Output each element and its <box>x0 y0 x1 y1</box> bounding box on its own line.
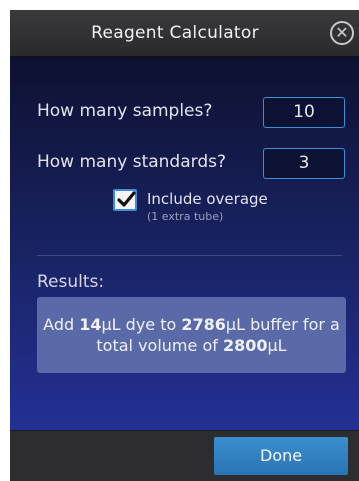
dialog-title: Reagent Calculator <box>91 23 259 43</box>
overage-checkbox[interactable] <box>113 189 137 211</box>
done-button[interactable]: Done <box>214 437 348 475</box>
buffer-amount: 2786 <box>181 315 226 334</box>
standards-label: How many standards? <box>37 152 226 172</box>
overage-label[interactable]: Include overage <box>147 190 268 208</box>
close-icon: ✕ <box>335 23 349 42</box>
results-label: Results: <box>37 272 105 292</box>
overage-sublabel: (1 extra tube) <box>147 210 224 223</box>
results-text: Add 14μL dye to 2786μL buffer for a tota… <box>43 314 340 356</box>
results-box: Add 14μL dye to 2786μL buffer for a tota… <box>37 297 346 373</box>
divider <box>37 255 342 256</box>
dialog-footer: Done <box>10 430 359 481</box>
total-amount: 2800 <box>222 336 268 355</box>
checkmark-icon <box>117 191 136 207</box>
close-button[interactable]: ✕ <box>330 21 354 45</box>
title-bar: Reagent Calculator ✕ <box>10 10 359 57</box>
dialog-body: How many samples? 10 How many standards?… <box>10 57 359 430</box>
total-unit: μL <box>267 336 287 355</box>
samples-input[interactable]: 10 <box>263 97 345 128</box>
dye-text: μL dye to <box>101 315 182 334</box>
dye-amount: 14 <box>79 315 102 334</box>
reagent-calculator-dialog: Reagent Calculator ✕ How many samples? 1… <box>10 10 359 481</box>
results-prefix: Add <box>43 315 80 334</box>
samples-label: How many samples? <box>37 101 213 121</box>
standards-input[interactable]: 3 <box>263 148 345 179</box>
